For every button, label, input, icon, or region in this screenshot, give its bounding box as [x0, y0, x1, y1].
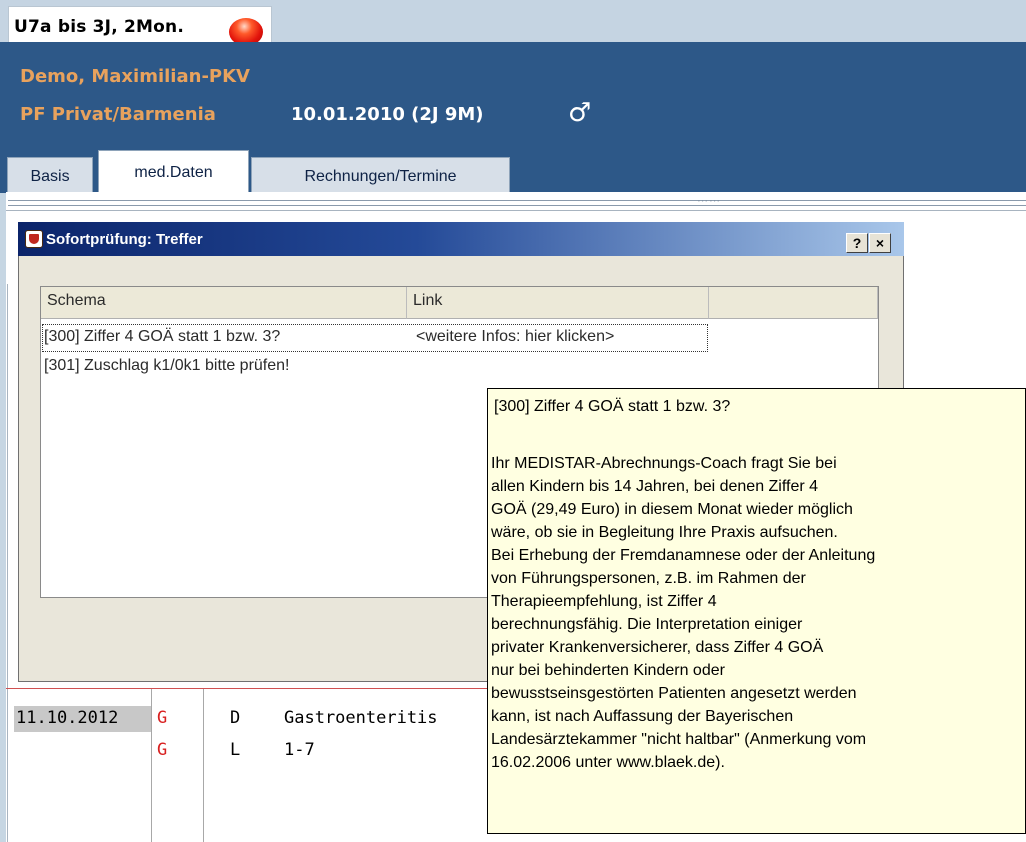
hit-schema[interactable]: [300] Ziffer 4 GOÄ statt 1 bzw. 3? — [44, 328, 280, 346]
male-sex-icon: ♂ — [568, 98, 592, 128]
column-header-schema[interactable]: Schema — [41, 287, 407, 319]
splitter-grip-icon[interactable]: ⋯⋯ — [697, 194, 721, 207]
column-divider — [203, 689, 204, 842]
tooltip-line: nur bei behinderten Kindern oder — [491, 662, 725, 679]
tooltip-title: [300] Ziffer 4 GOÄ statt 1 bzw. 3? — [494, 398, 731, 415]
hit-schema[interactable]: [301] Zuschlag k1/0k1 bitte prüfen! — [44, 357, 289, 375]
column-header-link[interactable]: Link — [407, 287, 709, 319]
tooltip-line: Therapieempfehlung, ist Ziffer 4 — [491, 593, 717, 610]
record-date[interactable]: 11.10.2012 — [16, 708, 118, 728]
tooltip-line: von Führungspersonen, z.B. im Rahmen der — [491, 570, 806, 587]
tooltip-line: berechnungsfähig. Die Interpretation ein… — [491, 616, 803, 633]
tooltip-line: bewusstseinsgestörten Patienten angesetz… — [491, 685, 857, 702]
close-button[interactable]: × — [869, 233, 891, 253]
tab-med-daten[interactable]: med.Daten — [98, 150, 249, 193]
help-button[interactable]: ? — [846, 233, 868, 253]
splitter-line — [8, 205, 1026, 206]
tooltip-line: Ihr MEDISTAR-Abrechnungs-Coach fragt Sie… — [491, 455, 837, 472]
tooltip-line: allen Kindern bis 14 Jahren, bei denen Z… — [491, 478, 819, 495]
column-header-empty — [709, 287, 878, 319]
tab-rechnungen-termine[interactable]: Rechnungen/Termine — [251, 157, 510, 192]
hit-link[interactable]: <weitere Infos: hier klicken> — [416, 328, 614, 346]
patient-insurance: PF Privat/Barmenia — [20, 104, 216, 125]
tooltip-line: GOÄ (29,49 Euro) in diesem Monat wieder … — [491, 501, 853, 518]
tooltip-line: Landesärztekammer "nicht haltbar" (Anmer… — [491, 731, 867, 748]
tooltip-line: Bei Erhebung der Fremdanamnese oder der … — [491, 547, 876, 564]
column-divider — [151, 689, 152, 842]
tooltip-line: 16.02.2006 unter www.blaek.de). — [491, 754, 725, 771]
patient-birth-info: 10.01.2010 (2J 9M) — [291, 104, 484, 125]
record-type: D — [230, 708, 241, 728]
dialog-title: Sofortprüfung: Treffer — [46, 231, 203, 248]
tooltip-line: kann, ist nach Auffassung der Bayerische… — [491, 708, 794, 725]
tooltip-line: wäre, ob sie in Begleitung Ihre Praxis a… — [491, 524, 838, 541]
splitter-line — [8, 200, 1026, 201]
record-flag: G — [157, 708, 168, 728]
tooltip-line: privater Krankenversicherer, dass Ziffer… — [491, 639, 824, 656]
divider — [7, 284, 8, 842]
patient-name: Demo, Maximilian-PKV — [20, 66, 250, 87]
tab-basis[interactable]: Basis — [7, 157, 93, 192]
record-text[interactable]: 1-7 — [284, 740, 315, 760]
shield-app-icon-inner — [29, 234, 39, 244]
record-type: L — [230, 740, 241, 760]
record-flag: G — [157, 740, 168, 760]
status-label: U7a bis 3J, 2Mon. — [14, 17, 184, 37]
record-text[interactable]: Gastroenteritis — [284, 708, 438, 728]
